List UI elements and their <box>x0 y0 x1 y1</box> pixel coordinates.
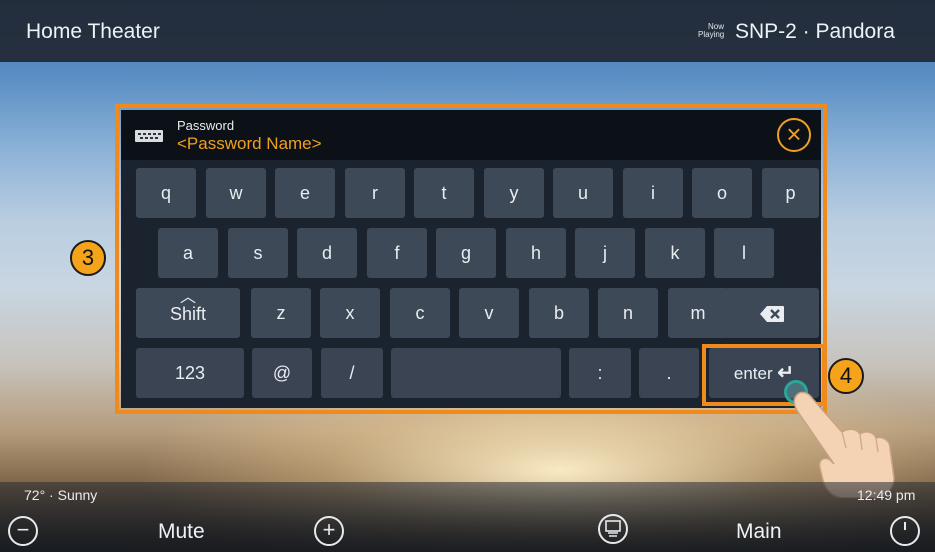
key-r[interactable]: r <box>345 168 405 218</box>
key-o[interactable]: o <box>692 168 752 218</box>
key-e[interactable]: e <box>275 168 335 218</box>
space-key[interactable] <box>391 348 561 398</box>
key-b[interactable]: b <box>529 288 589 338</box>
key-n[interactable]: n <box>598 288 658 338</box>
key-y[interactable]: y <box>484 168 544 218</box>
key-u[interactable]: u <box>553 168 613 218</box>
key-colon[interactable]: : <box>569 348 631 398</box>
power-icon[interactable] <box>890 516 920 546</box>
keyboard-header: Password <Password Name> × <box>121 110 821 160</box>
key-slash[interactable]: / <box>321 348 383 398</box>
volume-down-icon[interactable]: − <box>8 516 38 546</box>
close-icon[interactable]: × <box>777 118 811 152</box>
clock: 12:49 pm <box>857 487 916 503</box>
key-h[interactable]: h <box>506 228 566 278</box>
shift-key[interactable]: ︿ Shift <box>136 288 240 338</box>
key-c[interactable]: c <box>390 288 450 338</box>
key-g[interactable]: g <box>436 228 496 278</box>
key-k[interactable]: k <box>645 228 705 278</box>
key-z[interactable]: z <box>251 288 311 338</box>
now-playing-source[interactable]: SNP-2 · Pandora <box>735 20 895 44</box>
key-w[interactable]: w <box>206 168 266 218</box>
key-f[interactable]: f <box>367 228 427 278</box>
backspace-key[interactable] <box>725 288 819 338</box>
mute-button[interactable]: Mute <box>158 520 205 544</box>
key-l[interactable]: l <box>714 228 774 278</box>
field-label: Password <box>177 118 235 133</box>
chevron-up-icon: ︿ <box>179 289 196 306</box>
keyboard-icon <box>135 130 163 142</box>
key-q[interactable]: q <box>136 168 196 218</box>
numbers-key[interactable]: 123 <box>136 348 244 398</box>
key-m[interactable]: m <box>668 288 728 338</box>
shift-key-label: Shift <box>169 304 207 324</box>
key-v[interactable]: v <box>459 288 519 338</box>
backspace-icon <box>760 306 784 323</box>
key-j[interactable]: j <box>575 228 635 278</box>
key-d[interactable]: d <box>297 228 357 278</box>
key-t[interactable]: t <box>414 168 474 218</box>
key-a[interactable]: a <box>158 228 218 278</box>
bottom-bar <box>0 482 935 552</box>
tv-menu-icon[interactable] <box>598 514 628 544</box>
password-input[interactable]: <Password Name> <box>177 134 322 154</box>
key-s[interactable]: s <box>228 228 288 278</box>
callout-badge-3: 3 <box>70 240 106 276</box>
main-zone-button[interactable]: Main <box>736 520 782 544</box>
volume-up-icon[interactable]: + <box>314 516 344 546</box>
key-i[interactable]: i <box>623 168 683 218</box>
now-playing-label: Now Playing <box>698 22 725 39</box>
key-at[interactable]: @ <box>252 348 312 398</box>
key-p[interactable]: p <box>762 168 819 218</box>
top-bar: Home Theater Now Playing SNP-2 · Pandora <box>0 0 935 62</box>
key-x[interactable]: x <box>320 288 380 338</box>
room-title[interactable]: Home Theater <box>26 20 160 44</box>
key-period[interactable]: . <box>639 348 699 398</box>
weather-readout: 72° · Sunny <box>24 487 98 503</box>
